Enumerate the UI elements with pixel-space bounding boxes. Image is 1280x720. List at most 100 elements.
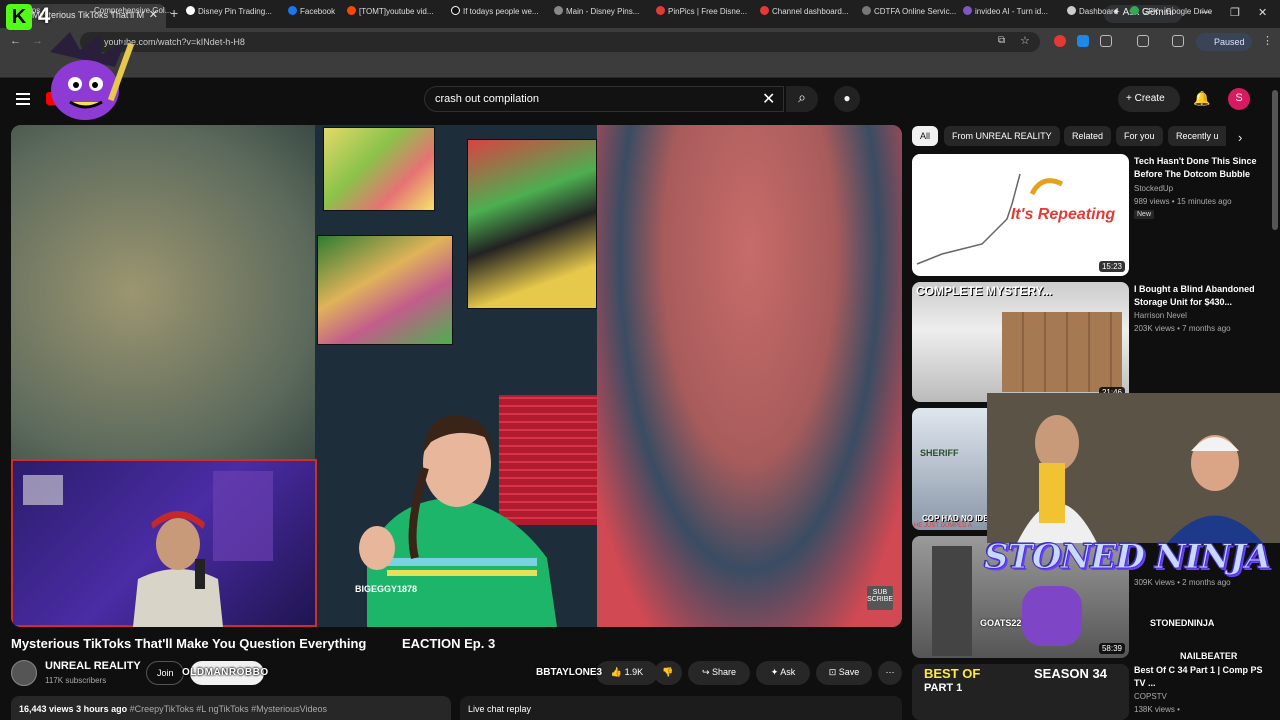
dislike-button[interactable]: 👎 <box>654 661 682 685</box>
channel-subscribers: 117K subscribers <box>45 676 107 685</box>
recommendation-channel[interactable]: Harrison Nevel <box>1134 311 1187 320</box>
account-avatar[interactable]: S <box>1228 88 1250 110</box>
bookmark-item[interactable]: invideo AI - Turn id... <box>963 6 1048 16</box>
streamer-person <box>133 511 223 627</box>
kick-logo-icon: K <box>6 4 32 30</box>
bookmark-item[interactable]: GFX - Google Drive <box>1130 6 1212 16</box>
stream-overlay-name: BIGEGGY1878 <box>355 584 418 594</box>
search-button[interactable]: ⌕ <box>786 86 818 112</box>
clear-search-icon[interactable]: ✕ <box>762 89 775 109</box>
bookmark-item[interactable]: If todays people we... <box>451 6 539 16</box>
hashtags[interactable]: #CreepyTikToks #L ngTikToks #MysteriousV… <box>130 704 327 714</box>
purple-mascot-icon <box>50 32 135 120</box>
paused-label: Paused <box>1214 37 1245 47</box>
recommendation-thumbnail[interactable]: COMPLETE MYSTERY... 21:46 <box>912 282 1129 402</box>
share-label: Share <box>712 667 737 677</box>
voice-search-button[interactable]: ● <box>834 86 860 112</box>
bookmarks-bar <box>0 56 1280 78</box>
screenshot-icon[interactable] <box>1137 35 1149 47</box>
chip-from-channel[interactable]: From UNREAL REALITY <box>944 126 1060 146</box>
bookmark-item[interactable]: CDTFA Online Servic... <box>862 6 956 16</box>
bookmark-item[interactable]: Disney Pin Trading... <box>186 6 272 16</box>
live-chat-replay[interactable]: Live chat replay <box>460 696 902 720</box>
bookmark-item[interactable]: Facebook <box>288 6 335 16</box>
save-button[interactable]: ⊡ Save <box>816 661 872 685</box>
thumb-caption: COMPLETE MYSTERY... <box>916 284 1053 298</box>
thumb-caption: SEASON 34 <box>1034 666 1107 681</box>
two-people-graphic <box>987 393 1280 543</box>
bookmark-star-icon[interactable]: ☆ <box>1020 34 1030 47</box>
kick-overlay-number: 4 <box>38 3 51 28</box>
video-blur-right <box>597 125 902 627</box>
sheriff-text: SHERIFF <box>920 448 959 458</box>
close-window-icon[interactable]: ✕ <box>1258 6 1267 19</box>
search-icon: ⌕ <box>798 89 806 105</box>
ask-label: Ask <box>780 667 796 677</box>
video-title-suffix: EACTION Ep. 3 <box>402 636 496 651</box>
description-box[interactable]: 16,443 views 3 hours ago #CreepyTikToks … <box>11 696 451 720</box>
share-button[interactable]: ↪ Share <box>688 661 750 685</box>
thumb-caption: PART 1 <box>924 682 963 694</box>
painting <box>317 235 453 345</box>
bookmark-item[interactable]: Main - Disney Pins... <box>554 6 639 16</box>
notifications-bell-icon[interactable]: 🔔 <box>1193 90 1210 107</box>
more-actions-button[interactable]: ⋯ <box>878 661 902 685</box>
channel-avatar[interactable] <box>11 660 37 686</box>
browser-menu-icon[interactable]: ⋮ <box>1262 34 1273 47</box>
ask-button[interactable]: ✦ Ask <box>756 661 810 685</box>
chip-related[interactable]: Related <box>1064 126 1112 146</box>
boxes-graphic <box>1002 312 1122 392</box>
thumb-caption-2: HE JUST DUMPED A <box>914 523 972 529</box>
create-button[interactable]: + Create <box>1118 86 1180 112</box>
bookmark-item[interactable]: PinPics | Free Disne... <box>656 6 747 16</box>
install-icon[interactable]: ⧉ <box>998 35 1005 46</box>
address-bar[interactable]: youtube.com/watch?v=kINdet-h-H8 <box>80 32 1040 52</box>
search-input[interactable]: crash out compilation <box>424 86 784 112</box>
view-count: 16,443 views <box>19 704 74 714</box>
duration-badge: 15:23 <box>1098 261 1125 272</box>
video-player[interactable]: SUB SCRIBE <box>11 125 902 627</box>
menu-icon[interactable] <box>16 93 30 105</box>
join-button[interactable]: Join <box>146 661 184 685</box>
bookmark-item[interactable]: Dashboard <box>1067 6 1118 16</box>
duration-badge: 58:39 <box>1098 643 1125 654</box>
bookmark-item[interactable]: Comprehensive Gol... <box>94 6 171 15</box>
extension-icon[interactable] <box>1077 35 1089 47</box>
recommendation-channel[interactable]: StockedUp <box>1134 184 1173 193</box>
recommendation-thumbnail[interactable]: It's Repeating 15:23 <box>912 154 1129 276</box>
recommendation-thumbnail[interactable]: BEST OF SEASON 34 PART 1 <box>912 664 1129 720</box>
chevron-right-icon[interactable]: › <box>1238 130 1242 145</box>
stream-overlay-name: GOATS22 <box>980 618 1022 628</box>
recommendation-title[interactable]: Tech Hasn't Done This Since Before The D… <box>1134 155 1274 181</box>
recommendation-meta: 309K views • 2 months ago <box>1134 578 1231 587</box>
tab-search-icon[interactable] <box>1172 35 1184 47</box>
recommendation-channel[interactable]: COPSTV <box>1134 692 1167 701</box>
like-button[interactable]: 👍 1.9K <box>596 661 658 685</box>
second-facecam <box>987 393 1280 543</box>
extension-icon[interactable] <box>1054 35 1066 47</box>
recommendation-title[interactable]: I Bought a Blind Abandoned Storage Unit … <box>1134 283 1274 309</box>
maximize-icon[interactable]: ❐ <box>1230 6 1240 19</box>
channel-name[interactable]: UNREAL REALITY <box>45 660 141 672</box>
thumb-caption: COP HAD NO IDE <box>922 514 989 523</box>
save-label: Save <box>838 667 860 677</box>
bookmark-item[interactable]: [TOMT]youtube vid... <box>347 6 434 16</box>
painting <box>323 127 435 211</box>
chip-recently-uploaded[interactable]: Recently u <box>1168 126 1226 146</box>
recommendation-title[interactable]: Best Of C 34 Part 1 | Comp PS TV ... <box>1134 664 1274 690</box>
profile-paused-button[interactable]: Paused <box>1196 33 1252 51</box>
chip-for-you[interactable]: For you <box>1116 126 1163 146</box>
painting <box>467 139 597 309</box>
wall-sign <box>23 475 63 505</box>
new-badge: New <box>1134 210 1155 219</box>
subscribe-watermark[interactable]: SUB SCRIBE <box>867 586 893 610</box>
chip-all[interactable]: All <box>912 126 939 146</box>
bookmark-item[interactable]: Channel dashboard... <box>760 6 849 16</box>
video-title: Mysterious TikToks That'll Make You Ques… <box>11 636 367 651</box>
back-icon[interactable]: ← <box>10 35 21 47</box>
mic-icon: ● <box>843 91 851 105</box>
video-blur-left <box>11 125 315 459</box>
page-scrollbar[interactable] <box>1272 90 1278 230</box>
search-value: crash out compilation <box>435 93 539 105</box>
extensions-puzzle-icon[interactable] <box>1100 35 1112 47</box>
